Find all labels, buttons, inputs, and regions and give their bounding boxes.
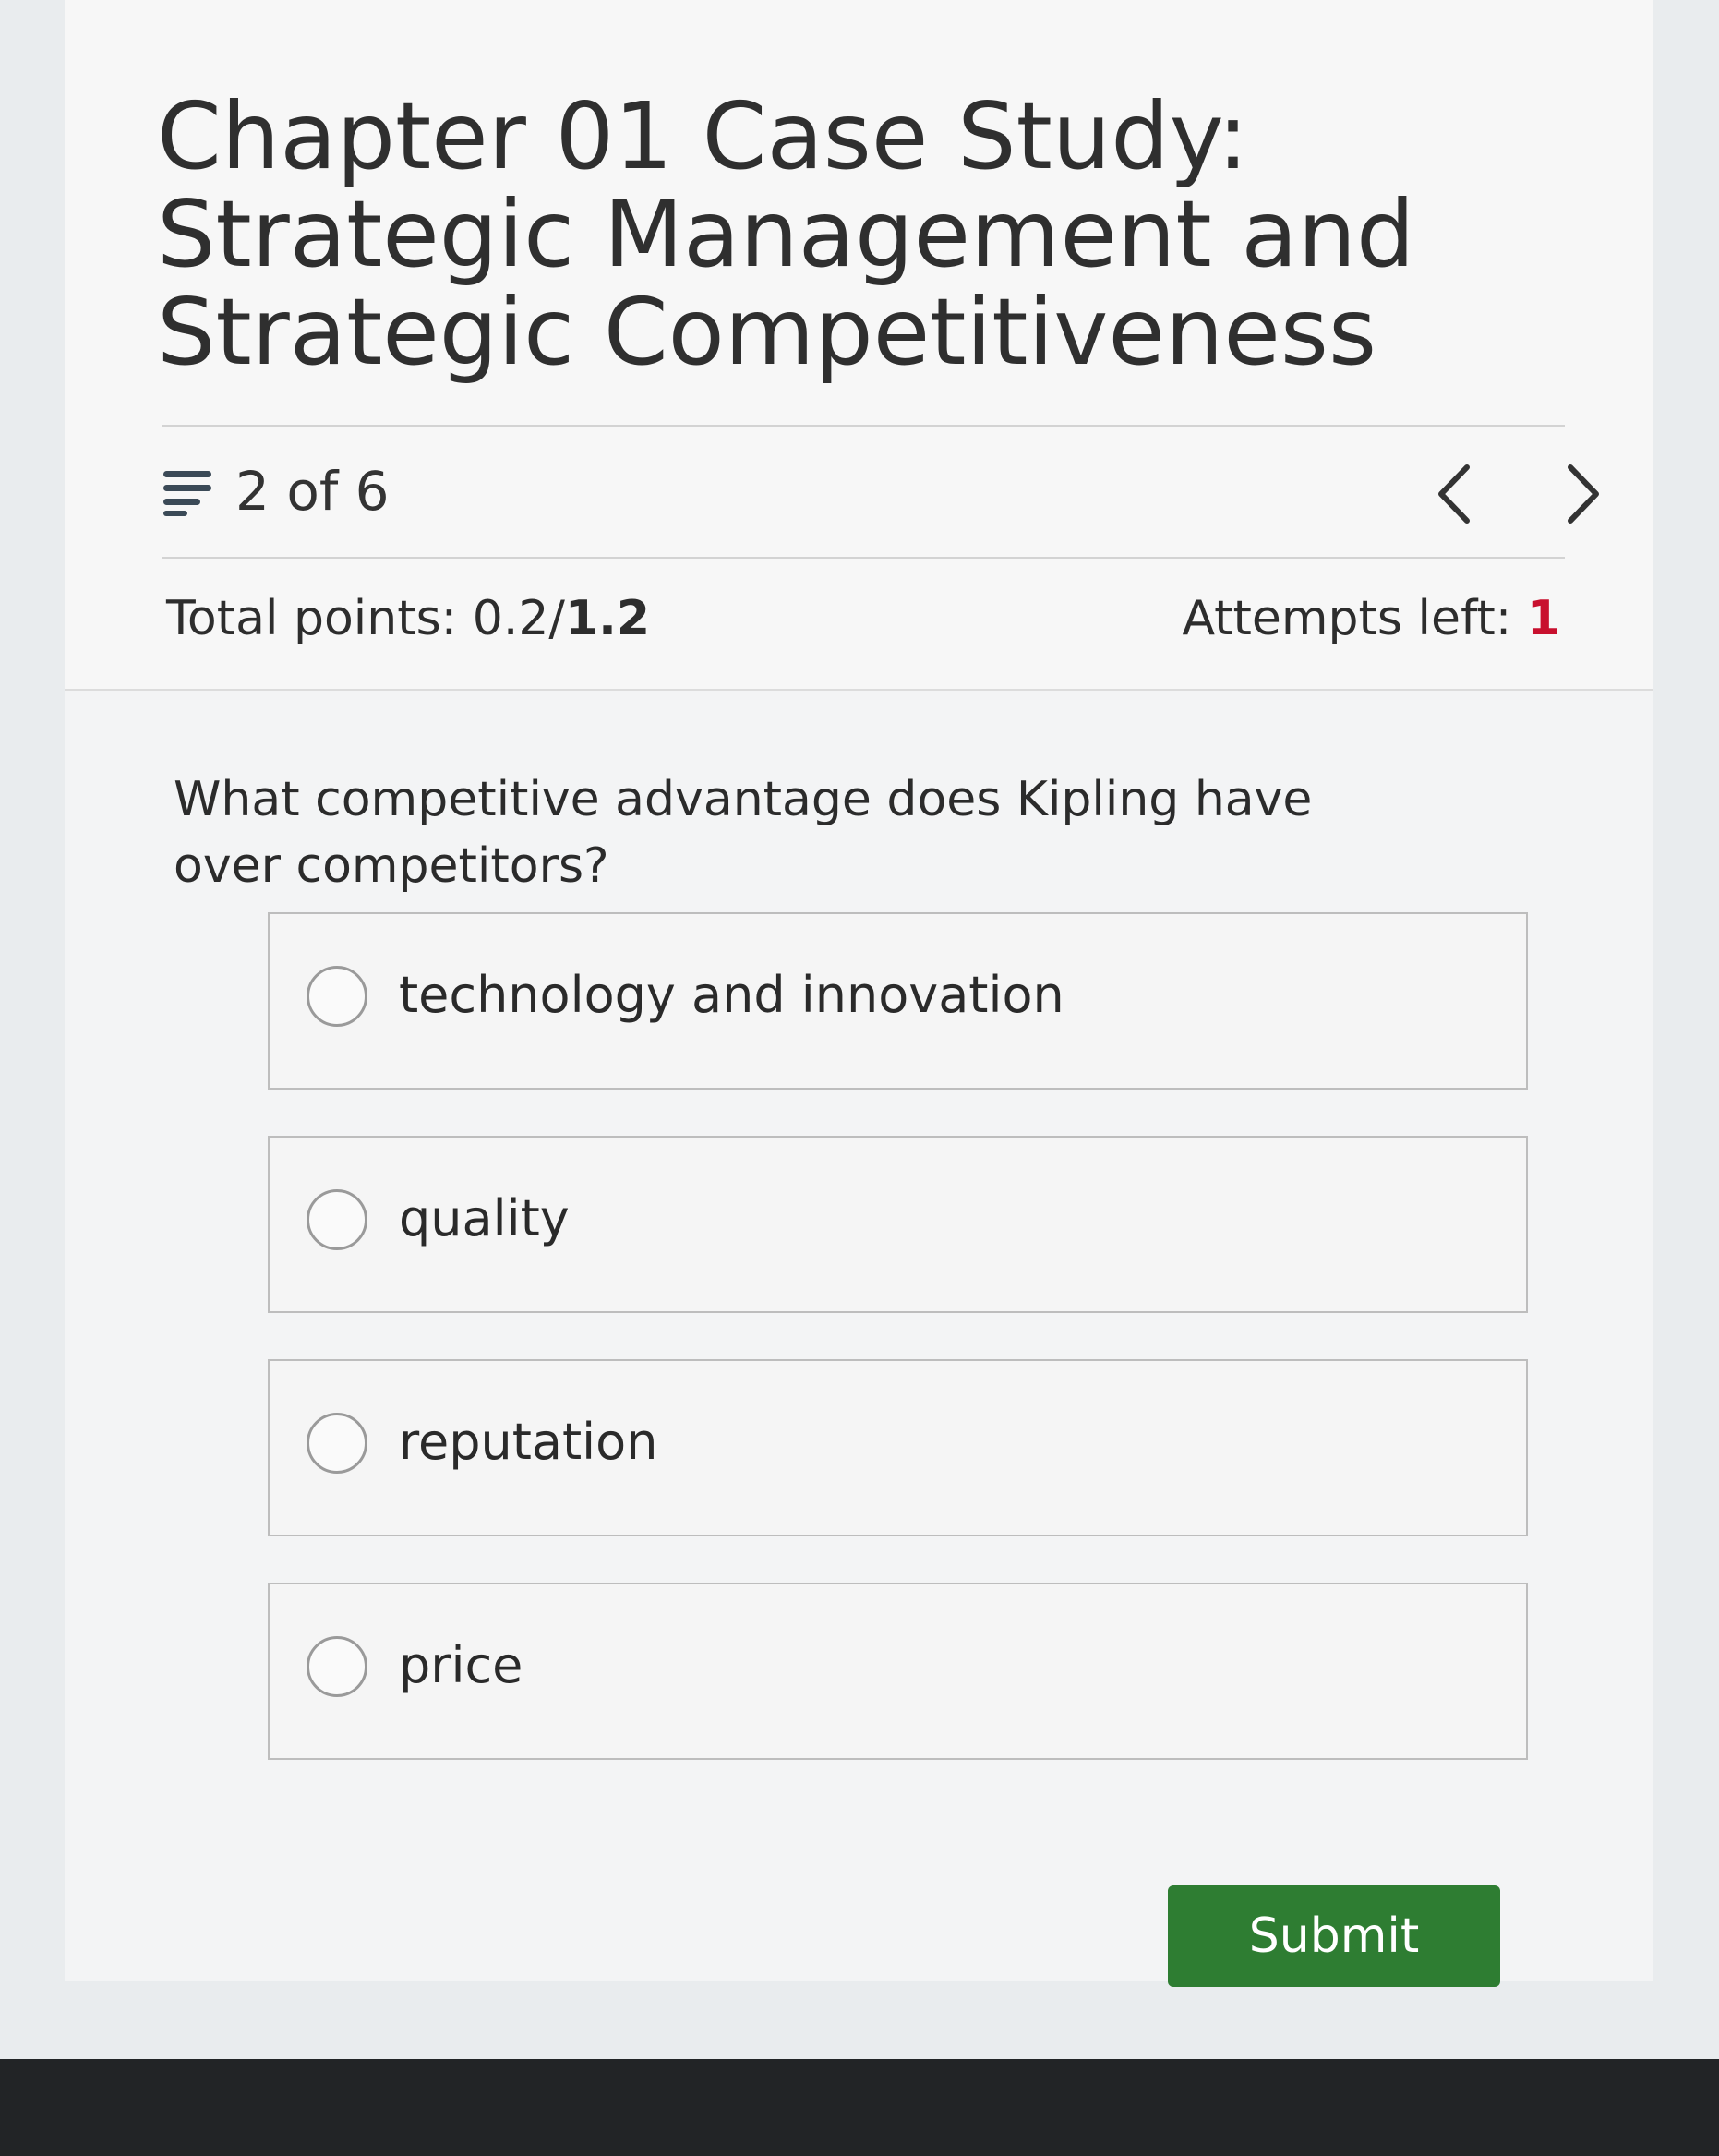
question-progress: 2 of 6 (235, 460, 390, 523)
answer-option[interactable]: reputation (268, 1359, 1528, 1536)
answer-option[interactable]: quality (268, 1136, 1528, 1313)
monitor-bezel (0, 2059, 1719, 2156)
submit-button[interactable]: Submit (1168, 1885, 1500, 1987)
screen: Chapter 01 Case Study: Strategic Managem… (0, 0, 1719, 2059)
divider (162, 425, 1565, 427)
option-label: technology and innovation (399, 966, 1064, 1024)
next-question-button[interactable] (1546, 452, 1620, 536)
attempts-left: Attempts left: 1 (1182, 591, 1560, 646)
total-points-label: Total points: 0.2/ (166, 591, 565, 646)
radio-button[interactable] (307, 1636, 367, 1697)
option-label: price (399, 1636, 523, 1694)
list-icon[interactable] (162, 465, 213, 517)
attempts-label: Attempts left: (1182, 591, 1527, 646)
divider (162, 557, 1565, 559)
quiz-header: Chapter 01 Case Study: Strategic Managem… (65, 0, 1653, 691)
question-text: What competitive advantage does Kipling … (174, 772, 1313, 894)
chevron-left-icon (1438, 464, 1470, 524)
radio-button[interactable] (307, 966, 367, 1027)
score-row: Total points: 0.2/1.2 Attempts left: 1 (166, 591, 1560, 665)
answer-option[interactable]: technology and innovation (268, 912, 1528, 1090)
total-points-max: 1.2 (564, 591, 651, 646)
option-label: quality (399, 1189, 570, 1247)
attempts-value: 1 (1526, 591, 1560, 646)
previous-question-button[interactable] (1417, 452, 1491, 536)
question-navigation: 2 of 6 (162, 452, 1599, 536)
quiz-card: Chapter 01 Case Study: Strategic Managem… (65, 0, 1653, 1987)
answer-option[interactable]: price (268, 1583, 1528, 1760)
chevron-right-icon (1568, 464, 1599, 524)
option-label: reputation (399, 1413, 658, 1471)
quiz-title: Chapter 01 Case Study: Strategic Managem… (157, 82, 1415, 386)
total-points: Total points: 0.2/1.2 (166, 591, 650, 646)
answer-options: technology and innovation quality reputa… (268, 912, 1528, 1806)
radio-button[interactable] (307, 1413, 367, 1474)
radio-button[interactable] (307, 1189, 367, 1250)
